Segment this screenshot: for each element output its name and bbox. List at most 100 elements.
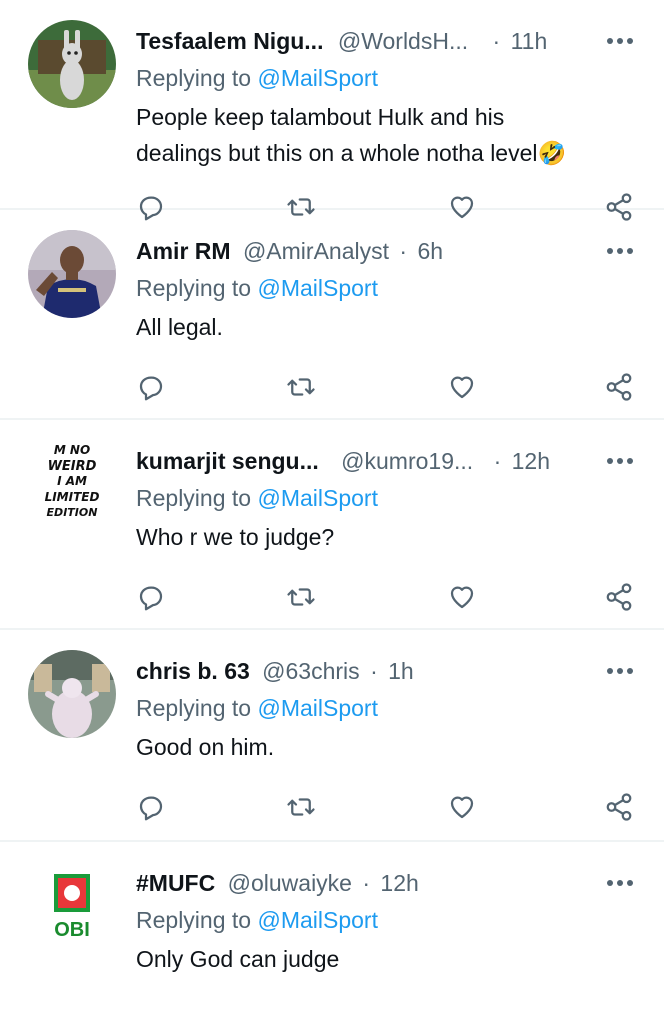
replying-label: Replying to: [136, 485, 252, 511]
separator: ·: [493, 448, 502, 474]
share-icon: [606, 583, 632, 611]
mention-link[interactable]: @MailSport: [257, 485, 378, 511]
avatar-text: WEIRD: [48, 459, 97, 474]
replying-label: Replying to: [136, 695, 252, 721]
avatar[interactable]: M NO WEIRD I AM LIMITED EDITION: [28, 438, 116, 526]
display-name[interactable]: #MUFC: [136, 870, 215, 896]
share-button[interactable]: [600, 368, 638, 406]
action-bar: [130, 583, 640, 624]
mention-link[interactable]: @MailSport: [257, 275, 378, 301]
separator: ·: [492, 28, 501, 54]
timestamp[interactable]: 12h: [380, 870, 418, 896]
more-options-button[interactable]: [594, 235, 634, 267]
avatar-text: LIMITED: [45, 490, 100, 504]
more-options-button[interactable]: [594, 25, 634, 57]
replying-to: Replying to @MailSport: [136, 272, 378, 304]
share-button[interactable]: [600, 788, 638, 826]
like-button[interactable]: [443, 788, 481, 826]
ellipsis-icon: [607, 880, 633, 886]
reply-icon: [139, 796, 163, 821]
mention-link[interactable]: @MailSport: [257, 907, 378, 933]
user-handle[interactable]: @oluwaiyke: [228, 870, 352, 896]
avatar-text: OBI: [54, 919, 90, 941]
retweet-icon: [287, 378, 315, 396]
display-name[interactable]: chris b. 63: [136, 658, 250, 684]
replying-to: Replying to @MailSport: [136, 482, 378, 514]
user-handle[interactable]: @WorldsH...: [338, 28, 468, 54]
replying-to: Replying to @MailSport: [136, 62, 378, 94]
tweet-text: People keep talambout Hulk and his deali…: [136, 99, 636, 172]
tweet[interactable]: M NO WEIRD I AM LIMITED EDITION kumarjit…: [0, 420, 664, 630]
ellipsis-icon: [607, 38, 633, 44]
tweet-text: Good on him.: [136, 729, 636, 765]
replying-label: Replying to: [136, 907, 252, 933]
tweet[interactable]: Tesfaalem Nigu... @WorldsH... · 11h Repl…: [0, 0, 664, 221]
like-button[interactable]: [443, 578, 481, 616]
avatar-text: I AM: [57, 474, 87, 488]
mention-link[interactable]: @MailSport: [257, 65, 378, 91]
tweet-text: All legal.: [136, 309, 636, 345]
emoji: 🤣: [537, 141, 567, 167]
heart-icon: [450, 796, 474, 819]
retweet-icon: [287, 798, 315, 816]
more-options-button[interactable]: [594, 655, 634, 687]
like-button[interactable]: [443, 368, 481, 406]
separator: ·: [399, 238, 408, 264]
action-bar: [130, 793, 640, 834]
action-bar: [130, 373, 640, 414]
share-button[interactable]: [600, 578, 638, 616]
ellipsis-icon: [607, 458, 633, 464]
heart-icon: [450, 586, 474, 609]
tweet-text-line: Who r we to judge?: [136, 524, 335, 550]
reply-feed: Tesfaalem Nigu... @WorldsH... · 11h Repl…: [0, 0, 664, 1000]
separator: ·: [370, 658, 378, 684]
timestamp[interactable]: 12h: [512, 448, 550, 474]
text-avatar: M NO WEIRD I AM LIMITED EDITION: [28, 438, 116, 526]
tweet-text-line: Only God can judge: [136, 946, 340, 972]
avatar[interactable]: [28, 230, 116, 318]
tweet[interactable]: Amir RM @AmirAnalyst · 6h Replying to @M…: [0, 210, 664, 420]
reply-button[interactable]: [132, 368, 170, 406]
reply-button[interactable]: [132, 578, 170, 616]
avatar-text: EDITION: [47, 506, 98, 519]
user-handle[interactable]: @kumro19...: [341, 448, 473, 474]
timestamp[interactable]: 1h: [388, 658, 414, 684]
more-options-button[interactable]: [594, 445, 634, 477]
separator: ·: [362, 870, 371, 896]
avatar-text: M NO: [54, 443, 90, 457]
avatar[interactable]: OBI: [28, 862, 116, 950]
display-name[interactable]: kumarjit sengu...: [136, 448, 319, 474]
avatar[interactable]: [28, 20, 116, 108]
display-name[interactable]: Tesfaalem Nigu...: [136, 28, 323, 54]
more-options-button[interactable]: [594, 867, 634, 899]
tweet-text-line: Good on him.: [136, 734, 275, 760]
mention-link[interactable]: @MailSport: [257, 695, 378, 721]
cartoon-bunny-avatar: [28, 20, 116, 108]
heart-icon: [450, 376, 474, 399]
retweet-button[interactable]: [282, 578, 320, 616]
ellipsis-icon: [607, 248, 633, 254]
retweet-icon: [287, 588, 315, 606]
user-handle[interactable]: @63chris: [262, 658, 360, 684]
tweet[interactable]: chris b. 63 @63chris · 1h Replying to @M…: [0, 630, 664, 842]
tweet-text-line: All legal.: [136, 314, 223, 340]
reply-icon: [139, 586, 163, 611]
tweet-text: Only God can judge: [136, 941, 636, 977]
user-handle[interactable]: @AmirAnalyst: [243, 238, 389, 264]
tweet-text-line: People keep talambout Hulk and his: [136, 104, 505, 130]
retweet-button[interactable]: [282, 368, 320, 406]
reply-icon: [139, 376, 163, 401]
timestamp[interactable]: 6h: [417, 238, 443, 264]
timestamp[interactable]: 11h: [511, 28, 548, 54]
obi-logo-avatar: OBI: [28, 862, 116, 950]
reply-button[interactable]: [132, 788, 170, 826]
retweet-button[interactable]: [282, 788, 320, 826]
tweet-text-content: dealings but this on a whole notha level: [136, 140, 538, 166]
statue-avatar: [28, 650, 116, 738]
avatar[interactable]: [28, 650, 116, 738]
tweet-text-line: dealings but this on a whole notha level…: [136, 135, 636, 172]
football-player-avatar: [28, 230, 116, 318]
tweet[interactable]: OBI #MUFC @oluwaiyke · 12h Replying to @…: [0, 842, 664, 1000]
display-name[interactable]: Amir RM: [136, 238, 231, 264]
replying-label: Replying to: [136, 275, 252, 301]
